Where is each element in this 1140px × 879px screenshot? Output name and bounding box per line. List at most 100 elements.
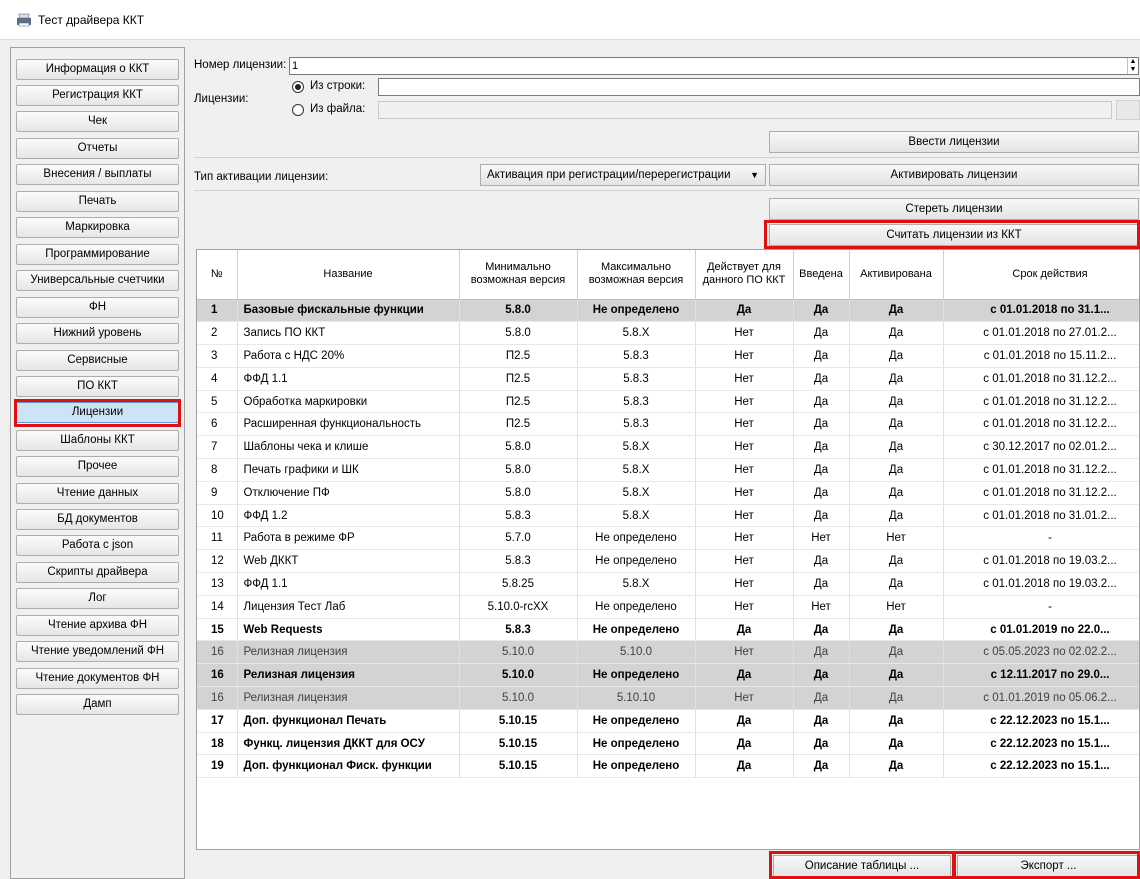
table-cell-term: - [943, 595, 1139, 619]
table-row[interactable]: 4 ФФД 1.1 П2.5 5.8.3 Нет Да Да с 01.01.2018 по … [197, 367, 1139, 391]
table-cell-min: 5.8.0 [459, 299, 578, 323]
sidebar-item[interactable]: Дамп [16, 694, 179, 715]
from-file-radio[interactable] [292, 104, 304, 116]
table-cell-min: 5.10.15 [459, 709, 578, 733]
sidebar-item[interactable]: Чтение уведомлений ФН [16, 641, 179, 662]
table-cell-min: 5.10.15 [459, 732, 578, 756]
table-cell-activated: Да [849, 367, 944, 391]
table-row[interactable]: 11 Работа в режиме ФР 5.7.0 Не определено Не… [197, 526, 1139, 551]
table-row[interactable]: 15 Web Requests 5.8.3 Не определено Да Да Да с … [197, 618, 1139, 642]
table-cell-activated: Да [849, 640, 944, 665]
table-description-button[interactable]: Описание таблицы ... [773, 855, 951, 877]
table-cell-no: 18 [197, 732, 238, 756]
table-cell-min: П2.5 [459, 367, 578, 391]
table-cell-activated: Да [849, 481, 944, 505]
table-row[interactable]: 13 ФФД 1.1 5.8.25 5.8.X Нет Да Да с 01.01.2018 … [197, 572, 1139, 596]
table-cell-activated: Нет [849, 595, 944, 619]
sidebar-item[interactable]: БД документов [16, 509, 179, 530]
column-header[interactable]: № [197, 250, 238, 300]
column-header[interactable]: Срок действия [943, 250, 1139, 300]
erase-licenses-button[interactable]: Стереть лицензии [769, 198, 1139, 220]
table-row[interactable]: 2 Запись ПО ККТ 5.8.0 5.8.X Нет Да Да с 01.01.2… [197, 321, 1139, 346]
table-row[interactable]: 6 Расширенная функциональность П2.5 5.8.3 Не… [197, 412, 1139, 437]
license-number-spinbox[interactable]: 1 ▲ ▼ [289, 57, 1139, 75]
table-row[interactable]: 17 Доп. функционал Печать 5.10.15 Не опреде… [197, 709, 1139, 733]
sidebar-item[interactable]: Лицензии [16, 402, 179, 423]
table-cell-max: 5.8.3 [577, 390, 696, 414]
read-licenses-button[interactable]: Считать лицензии из ККТ [769, 224, 1139, 246]
table-cell-no: 10 [197, 504, 238, 528]
table-cell-term: с 22.12.2023 по 15.1... [943, 709, 1139, 733]
sidebar-item[interactable]: Прочее [16, 456, 179, 477]
sidebar-item[interactable]: Печать [16, 191, 179, 212]
export-button[interactable]: Экспорт ... [957, 855, 1140, 877]
sidebar-item[interactable]: Нижний уровень [16, 323, 179, 344]
table-cell-valid: Нет [695, 458, 794, 482]
licenses-panel: Номер лицензии: 1 ▲ ▼ Лицензии: Из строки… [188, 47, 1140, 879]
license-string-input[interactable] [378, 78, 1140, 96]
table-row[interactable]: 9 Отключение ПФ 5.8.0 5.8.X Нет Да Да с 01.01.2… [197, 481, 1139, 505]
sidebar-item[interactable]: Программирование [16, 244, 179, 265]
table-cell-activated: Да [849, 321, 944, 346]
table-cell-name: Лицензия Тест Лаб [237, 595, 460, 619]
column-header[interactable]: Активирована [849, 250, 944, 300]
sidebar-item[interactable]: Чтение документов ФН [16, 668, 179, 689]
table-cell-max: 5.10.10 [577, 686, 696, 710]
sidebar-item[interactable]: Работа с json [16, 535, 179, 556]
table-cell-valid: Нет [695, 344, 794, 368]
column-header[interactable]: Действует для данного ПО ККТ [695, 250, 794, 300]
sidebar-item[interactable]: Регистрация ККТ [16, 85, 179, 106]
sidebar-item[interactable]: Скрипты драйвера [16, 562, 179, 583]
license-number-value: 1 [292, 60, 299, 72]
table-cell-max: Не определено [577, 595, 696, 619]
table-row[interactable]: 8 Печать графики и ШК 5.8.0 5.8.X Нет Да Да с 0… [197, 458, 1139, 482]
table-cell-valid: Да [695, 732, 794, 756]
browse-file-button[interactable] [1116, 100, 1140, 120]
sidebar-item[interactable]: Чтение архива ФН [16, 615, 179, 636]
licenses-table[interactable]: № Название Минимально возможная версия Макс… [196, 249, 1140, 850]
table-row[interactable]: 3 Работа с НДС 20% П2.5 5.8.3 Нет Да Да с 01.01… [197, 344, 1139, 368]
sidebar-item[interactable]: ФН [16, 297, 179, 318]
table-cell-activated: Да [849, 572, 944, 596]
from-string-radio[interactable] [292, 81, 304, 93]
activate-licenses-button[interactable]: Активировать лицензии [769, 164, 1139, 186]
table-cell-entered: Да [793, 367, 850, 391]
sidebar-item[interactable]: ПО ККТ [16, 376, 179, 397]
license-file-input[interactable] [378, 101, 1112, 119]
table-cell-name: ФФД 1.2 [237, 504, 460, 528]
table-cell-no: 15 [197, 618, 238, 642]
sidebar-item[interactable]: Чтение данных [16, 483, 179, 504]
table-row[interactable]: 12 Web ДККТ 5.8.3 Не определено Нет Да Да с 01.… [197, 549, 1139, 574]
sidebar-item[interactable]: Сервисные [16, 350, 179, 371]
sidebar-item[interactable]: Шаблоны ККТ [16, 430, 179, 451]
table-row[interactable]: 10 ФФД 1.2 5.8.3 5.8.X Нет Да Да с 01.01.2018 п… [197, 504, 1139, 528]
table-cell-min: 5.8.25 [459, 572, 578, 596]
sidebar-item[interactable]: Чек [16, 111, 179, 132]
sidebar-item[interactable]: Внесения / выплаты [16, 164, 179, 185]
column-header[interactable]: Название [237, 250, 460, 300]
table-row[interactable]: 1 Базовые фискальные функции 5.8.0 Не опред… [197, 299, 1139, 323]
table-cell-name: ФФД 1.1 [237, 367, 460, 391]
table-row[interactable]: 18 Функц. лицензия ДККТ для ОСУ 5.10.15 Не … [197, 732, 1139, 756]
sidebar-item[interactable]: Информация о ККТ [16, 59, 179, 80]
sidebar-item[interactable]: Лог [16, 588, 179, 609]
table-cell-max: 5.8.X [577, 458, 696, 482]
table-row[interactable]: 7 Шаблоны чека и клише 5.8.0 5.8.X Нет Да Да с … [197, 435, 1139, 460]
table-row[interactable]: 16 Релизная лицензия 5.10.0 5.10.10 Нет Да Да с… [197, 686, 1139, 710]
table-row[interactable]: 16 Релизная лицензия 5.10.0 5.10.0 Нет Да Да с … [197, 640, 1139, 665]
activation-type-select[interactable]: Активация при регистрации/перерегистраци… [480, 164, 766, 186]
column-header[interactable]: Минимально возможная версия [459, 250, 578, 300]
table-row[interactable]: 19 Доп. функционал Фиск. функции 5.10.15 Не… [197, 754, 1139, 779]
table-cell-name: Шаблоны чека и клише [237, 435, 460, 460]
table-row[interactable]: 16 Релизная лицензия 5.10.0 Не определено Да… [197, 663, 1139, 688]
spin-arrows-icon[interactable]: ▲ ▼ [1127, 58, 1138, 74]
column-header[interactable]: Максимально возможная версия [577, 250, 696, 300]
sidebar-item[interactable]: Маркировка [16, 217, 179, 238]
sidebar-item[interactable]: Отчеты [16, 138, 179, 159]
enter-licenses-button[interactable]: Ввести лицензии [769, 131, 1139, 153]
window-title: Тест драйвера ККТ [38, 12, 145, 27]
column-header[interactable]: Введена [793, 250, 850, 300]
table-row[interactable]: 14 Лицензия Тест Лаб 5.10.0-rcXX Не определ… [197, 595, 1139, 619]
table-row[interactable]: 5 Обработка маркировки П2.5 5.8.3 Нет Да Да с 0… [197, 390, 1139, 414]
sidebar-item[interactable]: Универсальные счетчики [16, 270, 179, 291]
